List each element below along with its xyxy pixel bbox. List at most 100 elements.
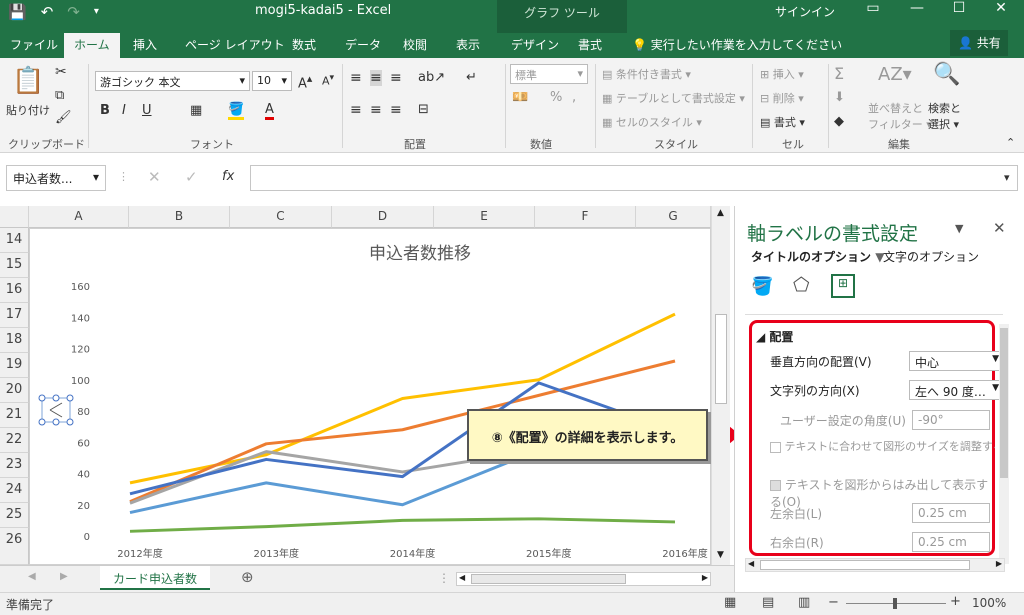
tab-home[interactable]: ホーム [64, 33, 120, 58]
undo-icon[interactable]: ↶ [41, 3, 54, 21]
column-header-c[interactable]: C [230, 206, 332, 228]
zoom-out-icon[interactable]: − [828, 595, 839, 610]
row-header[interactable]: 21 [0, 403, 29, 428]
cell-styles-button[interactable]: ▦ セルのスタイル ▾ [602, 114, 702, 130]
align-center-icon[interactable]: ≡ [370, 102, 382, 118]
font-name-select[interactable]: 游ゴシック 本文 ▾ [95, 71, 250, 91]
tab-view[interactable]: 表示 [456, 36, 480, 53]
scroll-left-icon[interactable]: ◀ [748, 559, 754, 568]
enter-icon[interactable]: ✓ [185, 168, 198, 186]
scroll-right-icon[interactable]: ▶ [996, 559, 1002, 568]
vertical-scrollbar[interactable]: ▲ ▼ [711, 206, 730, 565]
row-header[interactable]: 18 [0, 328, 29, 353]
font-color-icon[interactable]: A [265, 102, 274, 120]
paste-button[interactable]: 貼り付け [6, 102, 50, 118]
row-header[interactable]: 25 [0, 503, 29, 528]
comma-icon[interactable]: , [572, 90, 576, 105]
row-header[interactable]: 20 [0, 378, 29, 403]
align-middle-icon[interactable]: ≡ [370, 70, 382, 86]
pane-options-icon[interactable]: ▼ [955, 222, 963, 235]
align-top-icon[interactable]: ≡ [350, 70, 362, 86]
delete-cells-button[interactable]: ⊟ 削除 ▾ [760, 90, 804, 106]
tab-data[interactable]: データ [345, 36, 381, 53]
format-painter-icon[interactable]: 🖌 [55, 110, 72, 125]
section-header-alignment[interactable]: ◢ 配置 [756, 328, 793, 345]
insert-cells-button[interactable]: ⊞ 挿入 ▾ [760, 66, 804, 82]
left-margin-input[interactable]: 0.25 cm [912, 503, 990, 523]
sort-filter-icon[interactable]: AZ▾ [878, 64, 912, 85]
row-header[interactable]: 15 [0, 253, 29, 278]
zoom-in-icon[interactable]: + [950, 594, 961, 609]
resize-handle[interactable] [38, 394, 46, 402]
fill-line-icon[interactable]: 🪣 [751, 276, 773, 297]
signin-link[interactable]: サインイン [775, 3, 835, 20]
horizontal-scrollbar[interactable]: ◀ ▶ [456, 572, 711, 586]
percent-button[interactable]: % [550, 90, 562, 105]
merge-center-icon[interactable]: ⊟ [418, 102, 429, 117]
resize-handle[interactable] [66, 394, 74, 402]
number-format-select[interactable]: 標準 ▾ [510, 64, 588, 84]
fill-icon[interactable]: ⬇ [834, 90, 845, 105]
insert-function-button[interactable]: fx [222, 169, 234, 184]
ribbon-display-icon[interactable]: ▭ [852, 0, 894, 22]
resize-handle[interactable] [66, 418, 74, 426]
row-header[interactable]: 24 [0, 478, 29, 503]
sheet-tab-active[interactable]: カード申込者数 [100, 566, 210, 590]
tab-page-layout[interactable]: ページ レイアウト [185, 36, 285, 53]
effects-pentagon-icon[interactable]: ⬠ [793, 274, 810, 296]
fill-color-icon[interactable]: 🪣 [228, 102, 245, 120]
row-header[interactable]: 19 [0, 353, 29, 378]
tab-insert[interactable]: 挿入 [133, 36, 157, 53]
page-layout-view-icon[interactable]: ▤ [762, 595, 774, 610]
zoom-level[interactable]: 100% [972, 596, 1006, 610]
add-sheet-icon[interactable]: ⊕ [241, 568, 254, 586]
tell-me-search[interactable]: 💡 実行したい作業を入力してください [632, 36, 842, 53]
scroll-down-icon[interactable]: ▼ [717, 550, 724, 560]
find-icon[interactable]: 🔍 [933, 62, 960, 87]
grow-font-icon[interactable]: A▴ [298, 72, 312, 91]
cancel-icon[interactable]: ✕ [148, 168, 161, 186]
row-header[interactable]: 26 [0, 528, 29, 565]
resize-shape-checkbox[interactable] [770, 441, 781, 453]
redo-icon[interactable]: ↷ [67, 3, 80, 21]
tab-review[interactable]: 校閲 [403, 36, 427, 53]
tab-formulas[interactable]: 数式 [292, 36, 316, 53]
copy-icon[interactable]: ⧉ [55, 88, 64, 103]
column-header-b[interactable]: B [129, 206, 230, 228]
scroll-left-icon[interactable]: ◀ [459, 573, 465, 582]
pane-h-scrollbar[interactable]: ◀ ▶ [745, 558, 1005, 572]
resize-handle[interactable] [38, 418, 46, 426]
column-header-f[interactable]: F [535, 206, 636, 228]
sort-filter-button[interactable]: 並べ替えと フィルター ▾ [868, 100, 932, 132]
expand-formula-icon[interactable]: ▾ [1004, 171, 1010, 184]
underline-button[interactable]: U [142, 103, 152, 118]
right-margin-input[interactable]: 0.25 cm [912, 532, 990, 552]
overflow-checkbox[interactable] [770, 480, 781, 491]
conditional-format-button[interactable]: ▤ 条件付き書式 ▾ [602, 66, 691, 82]
currency-icon[interactable]: 💴 [512, 90, 528, 105]
zoom-slider-thumb[interactable] [893, 598, 897, 609]
row-header[interactable]: 22 [0, 428, 29, 453]
formula-input[interactable] [250, 165, 1018, 191]
column-header-g[interactable]: G [636, 206, 711, 228]
resize-handle[interactable] [52, 394, 60, 402]
row-header[interactable]: 16 [0, 278, 29, 303]
row-header[interactable]: 14 [0, 228, 29, 253]
clear-icon[interactable]: ◆ [834, 114, 844, 129]
scroll-up-icon[interactable]: ▲ [717, 208, 724, 218]
prev-sheet-icon[interactable]: ◀ [28, 571, 36, 582]
maximize-icon[interactable]: ☐ [938, 0, 980, 22]
align-left-icon[interactable]: ≡ [350, 102, 362, 118]
bold-button[interactable]: B [100, 103, 110, 118]
align-right-icon[interactable]: ≡ [390, 102, 402, 118]
tab-title-options[interactable]: タイトルのオプション ▼ [751, 248, 884, 265]
name-box[interactable]: 申込者数... ▾ [6, 165, 106, 191]
chart-title[interactable]: 申込者数推移 [369, 244, 471, 264]
italic-button[interactable]: I [122, 103, 126, 118]
axis-title-selection[interactable] [38, 394, 74, 426]
h-scroll-thumb[interactable] [471, 574, 626, 584]
wrap-text-icon[interactable]: ↵ [466, 70, 477, 85]
next-sheet-icon[interactable]: ▶ [60, 571, 68, 582]
font-size-select[interactable]: 10 ▾ [252, 71, 292, 91]
row-header[interactable]: 23 [0, 453, 29, 478]
